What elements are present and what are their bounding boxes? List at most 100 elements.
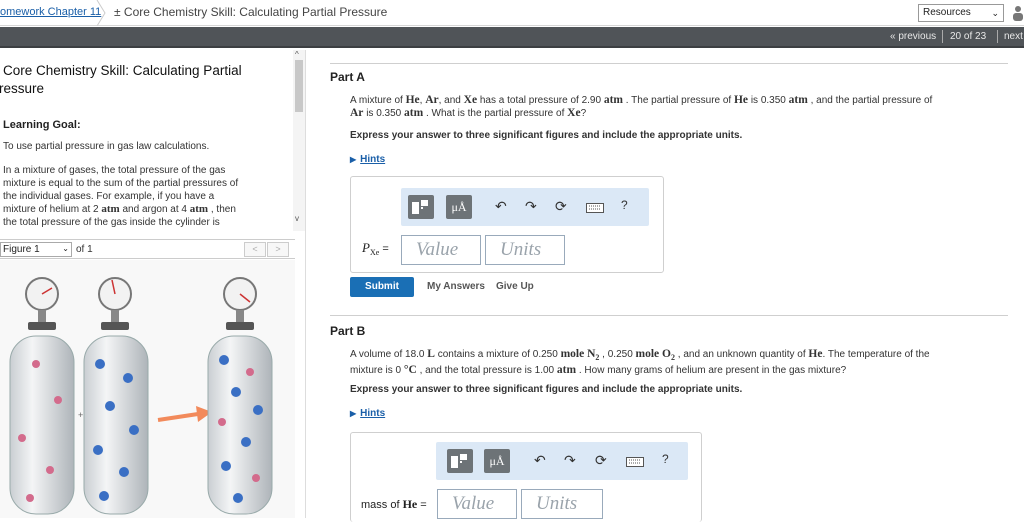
text: . What is the partial pressure of	[423, 108, 568, 119]
arrow-icon	[157, 406, 212, 422]
figure-select-value: Figure 1	[3, 244, 40, 255]
text: is 0.350	[748, 95, 789, 106]
text: has a total pressure of 2.90	[477, 95, 604, 106]
unit-atm: atm	[404, 107, 424, 119]
text: , and the total pressure is 1.00	[416, 365, 557, 376]
intro-title-line: Core Chemistry Skill: Calculating Partia…	[3, 63, 242, 78]
paragraph-line: mixture is equal to the sum of the parti…	[3, 178, 239, 189]
symbol-xe: Xe	[567, 107, 581, 119]
unit-atm: atm	[788, 94, 808, 106]
math-toolbar: μÅ ↶ ↷ ⟳ ?	[436, 442, 688, 480]
text: , 0.250	[599, 349, 636, 360]
scroll-up-icon[interactable]: ^	[295, 50, 299, 59]
unit-mole-o: mole O	[635, 348, 671, 360]
nav-divider	[997, 30, 998, 43]
help-icon[interactable]: ?	[621, 198, 628, 212]
scrollbar-thumb[interactable]	[295, 60, 303, 112]
breadcrumb-chevron-icon	[96, 0, 106, 26]
main-content: Part A A mixture of He, Ar, and Xe has a…	[308, 50, 1024, 522]
part-b-hints-link[interactable]: ▶ Hints	[350, 408, 385, 419]
hints-label: Hints	[360, 154, 386, 165]
intro-scrollbar[interactable]: ^ v	[293, 50, 305, 231]
help-icon[interactable]: ?	[662, 452, 669, 466]
redo-icon[interactable]: ↷	[525, 198, 537, 215]
hints-label: Hints	[360, 408, 386, 419]
unit-atm: atm	[189, 203, 209, 215]
units-icon[interactable]: μÅ	[484, 449, 510, 473]
nav-divider	[942, 30, 943, 43]
item-counter: 20 of 23	[950, 31, 987, 42]
text: mixture is 0	[350, 365, 404, 376]
undo-icon[interactable]: ↶	[534, 452, 546, 469]
give-up-link[interactable]: Give Up	[496, 281, 534, 292]
keyboard-icon[interactable]	[586, 203, 604, 213]
symbol-ar: Ar	[425, 94, 439, 106]
caret-right-icon: ▶	[350, 409, 357, 418]
part-a-answer-box: μÅ ↶ ↷ ⟳ ? PXe = Value Units	[350, 176, 664, 273]
text: , and an unknown quantity of	[674, 349, 809, 360]
math-toolbar: μÅ ↶ ↷ ⟳ ?	[401, 188, 649, 226]
undo-icon[interactable]: ↶	[495, 198, 507, 215]
part-a-question: A mixture of He, Ar, and Xe has a total …	[350, 94, 1010, 120]
resources-label: Resources	[923, 7, 971, 18]
equals: =	[417, 499, 427, 511]
top-bar: omework Chapter 11 ± Core Chemistry Skil…	[0, 0, 1024, 26]
equals: =	[379, 243, 389, 255]
breadcrumb-homework-link[interactable]: omework Chapter 11	[0, 6, 101, 18]
reset-icon[interactable]: ⟳	[555, 198, 567, 215]
gas-cylinders-illustration: +	[9, 277, 273, 515]
part-a-instruction: Express your answer to three significant…	[350, 130, 743, 141]
caret-right-icon: ▶	[350, 155, 357, 164]
text: A volume of 18.0	[350, 349, 428, 360]
figure-next-button[interactable]: >	[267, 242, 289, 257]
resources-dropdown[interactable]: Resources ⌄	[918, 4, 1004, 22]
paragraph-line: mixture of helium at 2 atm and argon at …	[3, 203, 278, 216]
text: is 0.350	[363, 108, 405, 119]
text: , and the partial pressure of	[807, 95, 933, 106]
cylinder-mixture	[207, 277, 273, 515]
next-link[interactable]: next	[1004, 31, 1023, 42]
symbol-p: P	[362, 240, 370, 255]
submit-button[interactable]: Submit	[350, 277, 414, 297]
text: and argon at 4	[119, 204, 190, 215]
previous-link[interactable]: « previous	[890, 31, 936, 42]
cylinder-argon	[83, 277, 149, 515]
part-a-hints-link[interactable]: ▶ Hints	[350, 154, 385, 165]
reset-icon[interactable]: ⟳	[595, 452, 607, 469]
part-b-question: A volume of 18.0 L contains a mixture of…	[350, 348, 1010, 377]
paragraph-line: the total pressure of the gas inside the…	[3, 217, 220, 228]
text: . The partial pressure of	[623, 95, 734, 106]
cylinder-helium	[9, 277, 75, 515]
symbol-he: He	[733, 94, 749, 106]
plus-sign: +	[78, 410, 83, 420]
units-input[interactable]: Units	[485, 235, 565, 265]
value-input[interactable]: Value	[437, 489, 517, 519]
user-icon[interactable]	[1012, 5, 1024, 21]
intro-title-line: ressure	[0, 81, 45, 96]
units-icon[interactable]: μÅ	[446, 195, 472, 219]
keyboard-icon[interactable]	[626, 457, 644, 467]
intro-title: Core Chemistry Skill: Calculating Partia…	[0, 62, 283, 98]
my-answers-link[interactable]: My Answers	[427, 281, 485, 292]
learning-goal-label: Learning Goal:	[3, 119, 81, 131]
templates-icon[interactable]	[408, 195, 434, 219]
redo-icon[interactable]: ↷	[564, 452, 576, 469]
unit-mole-n: mole N	[560, 348, 596, 360]
unit-atm: atm	[101, 203, 120, 215]
learning-goal-text: To use partial pressure in gas law calcu…	[3, 141, 210, 152]
symbol-xe: Xe	[463, 94, 478, 106]
symbol-he: He	[808, 348, 823, 360]
intro-pane[interactable]: Core Chemistry Skill: Calculating Partia…	[0, 50, 292, 231]
value-input[interactable]: Value	[401, 235, 481, 265]
figure-toolbar: Figure 1 ⌄ of 1 < >	[0, 239, 295, 259]
units-input[interactable]: Units	[521, 489, 603, 519]
text: . The temperature of the	[822, 349, 930, 360]
text: ?	[580, 108, 587, 119]
scroll-down-icon[interactable]: v	[295, 214, 299, 223]
assignment-title: ± Core Chemistry Skill: Calculating Part…	[114, 5, 388, 19]
part-b-heading: Part B	[330, 324, 366, 338]
templates-icon[interactable]	[447, 449, 473, 473]
figure-prev-button[interactable]: <	[244, 242, 266, 257]
figure-count: of 1	[76, 244, 93, 255]
figure-select[interactable]: Figure 1 ⌄	[0, 242, 72, 257]
